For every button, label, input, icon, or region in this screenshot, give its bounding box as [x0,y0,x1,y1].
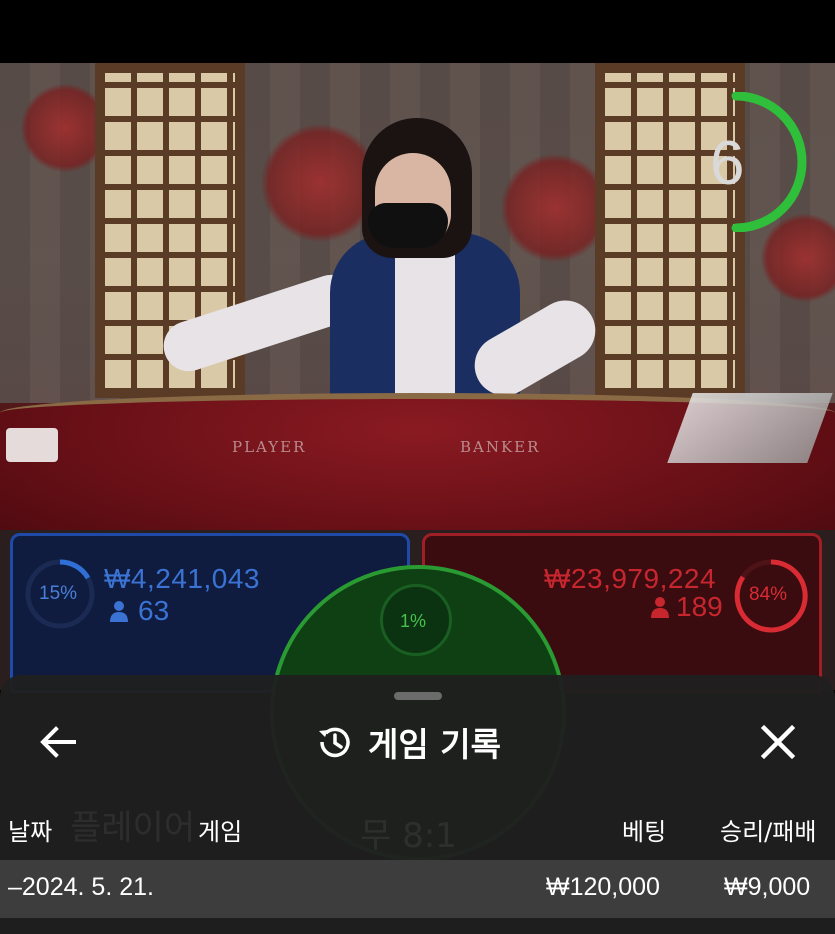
player-count: 63 [138,595,170,626]
sheet-header: 게임 기록 [314,718,501,766]
card-box [6,428,58,462]
history-row-bet: ₩120,000 [546,873,660,901]
countdown-seconds: 6 [710,129,745,198]
card-shoe [667,393,833,463]
dealer-mask [368,203,448,248]
game-screen: PLAYER BANKER 6 15% ₩4,241,043 63 84% ₩2… [0,0,835,934]
background-blur-text: 무 8:1 [360,816,457,856]
column-header-result[interactable]: 승리/패배 [720,812,816,847]
arrow-left-icon[interactable] [38,724,78,760]
tie-percent: 1% [400,611,427,631]
blossom-decoration [500,153,610,263]
player-felt-label: PLAYER [232,438,307,456]
background-blur-text: 플레이어 [70,808,196,848]
sheet-drag-handle[interactable] [394,692,442,700]
dealer-shirt [395,243,455,403]
banker-felt-label: BANKER [460,438,541,456]
player-count-icon [110,601,128,622]
column-header-bet[interactable]: 베팅 [622,812,666,847]
sheet-title: 게임 기록 [368,725,501,764]
banker-count: 189 [676,591,723,622]
history-icon [319,727,350,758]
history-row-date: –2024. 5. 21. [8,873,154,901]
banker-count-icon [651,597,669,618]
player-bet-amount: ₩4,241,043 [104,563,260,594]
banker-percent: 84% [749,584,788,605]
player-percent: 15% [39,583,78,604]
history-row-result: ₩9,000 [724,873,811,901]
column-header-date[interactable]: 날짜 [8,812,52,847]
column-header-game[interactable]: 게임 [198,812,242,847]
close-icon[interactable] [758,722,798,762]
